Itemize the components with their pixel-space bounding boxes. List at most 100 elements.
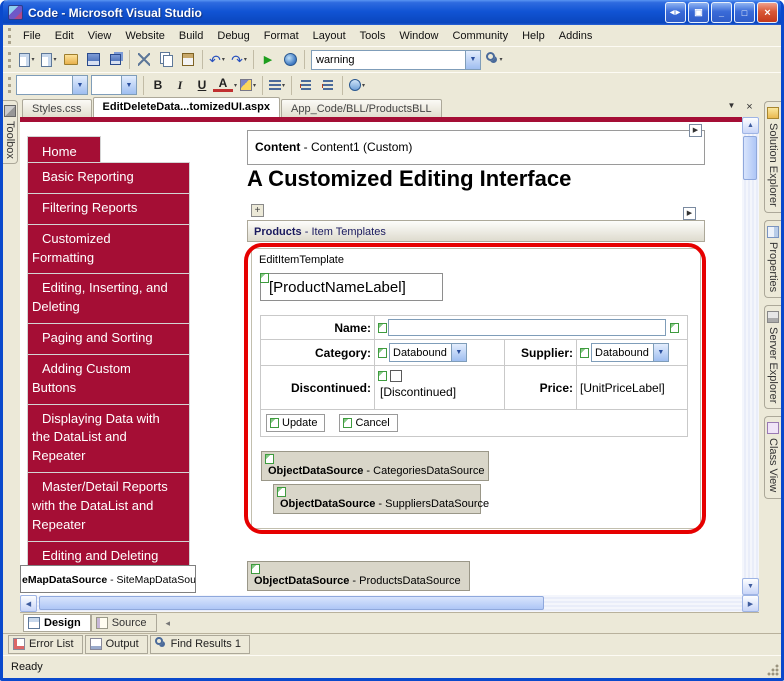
products-formview-header[interactable]: Products - Item Templates: [247, 220, 705, 242]
nav-item-filtering-reports[interactable]: Filtering Reports: [27, 193, 190, 225]
window-position-button[interactable]: ▣: [688, 2, 709, 23]
menu-debug[interactable]: Debug: [210, 27, 256, 45]
nav-item-adding-custom-buttons[interactable]: Adding Custom Buttons: [27, 354, 190, 405]
open-file-button[interactable]: [60, 49, 82, 71]
close-button[interactable]: ×: [757, 2, 778, 23]
new-project-button[interactable]: ▾: [16, 49, 38, 71]
menu-grip[interactable]: [8, 28, 11, 44]
style-combo-arrow[interactable]: ▼: [72, 76, 87, 94]
doc-tab-editdeletedata-aspx[interactable]: EditDeleteData...tomizedUI.aspx: [93, 97, 281, 117]
paste-button[interactable]: [177, 49, 199, 71]
redo-button[interactable]: ↷▾: [228, 49, 250, 71]
class-view-tab[interactable]: Class View: [764, 416, 781, 498]
hyperlink-button[interactable]: ▾: [346, 74, 368, 96]
move-handle-icon[interactable]: +: [251, 204, 264, 217]
update-button[interactable]: Update: [266, 414, 325, 432]
toolbar-grip[interactable]: [8, 52, 11, 68]
design-surface[interactable]: Home Basic Reporting Filtering Reports C…: [20, 117, 742, 595]
tab-source[interactable]: Source: [91, 614, 157, 632]
discontinued-checkbox[interactable]: [390, 370, 402, 382]
product-name-label-control[interactable]: [ProductNameLabel]: [260, 273, 443, 301]
menu-tools[interactable]: Tools: [353, 27, 393, 45]
menu-build[interactable]: Build: [172, 27, 210, 45]
menu-community[interactable]: Community: [445, 27, 515, 45]
menu-window[interactable]: Window: [392, 27, 445, 45]
category-dropdown-arrow[interactable]: ▼: [451, 344, 466, 361]
align-button[interactable]: ▾: [266, 74, 288, 96]
supplier-dropdown[interactable]: Databound▼: [591, 343, 669, 362]
maximize-button[interactable]: □: [734, 2, 755, 23]
nav-item-editing-inserting-deleting[interactable]: Editing, Inserting, and Deleting: [27, 273, 190, 324]
font-color-button[interactable]: A▾: [213, 74, 237, 96]
style-combo[interactable]: ▼: [16, 75, 88, 95]
menu-format[interactable]: Format: [257, 27, 306, 45]
underline-button[interactable]: U: [191, 74, 213, 96]
undo-button[interactable]: ↶▾: [206, 49, 228, 71]
edit-item-template-region[interactable]: EditItemTemplate [ProductNameLabel] Name…: [251, 248, 701, 529]
nav-item-basic-reporting[interactable]: Basic Reporting: [27, 162, 190, 194]
menu-edit[interactable]: Edit: [48, 27, 81, 45]
save-button[interactable]: [82, 49, 104, 71]
products-smart-tag-button[interactable]: ▶: [683, 207, 696, 220]
nav-item-customized-formatting[interactable]: Customized Formatting: [27, 224, 190, 275]
tab-output[interactable]: Output: [85, 635, 148, 654]
font-combo-arrow[interactable]: ▼: [121, 76, 136, 94]
scroll-right-button[interactable]: ▶: [742, 595, 759, 612]
font-combo[interactable]: ▼: [91, 75, 137, 95]
server-explorer-tab[interactable]: Server Explorer: [764, 305, 781, 409]
menu-website[interactable]: Website: [118, 27, 172, 45]
supplier-dropdown-arrow[interactable]: ▼: [653, 344, 668, 361]
toolbar-grip[interactable]: [8, 77, 11, 93]
cut-button[interactable]: [133, 49, 155, 71]
search-dropdown-button[interactable]: ▼: [465, 51, 480, 69]
find-button[interactable]: ▾: [484, 49, 506, 71]
title-bar[interactable]: Code - Microsoft Visual Studio ◀▶ ▣ _ □ …: [3, 0, 781, 25]
search-input[interactable]: [312, 51, 465, 69]
vertical-scrollbar[interactable]: ▲ ▼: [742, 117, 759, 595]
close-document-button[interactable]: ×: [743, 101, 756, 113]
menu-view[interactable]: View: [81, 27, 119, 45]
properties-tab[interactable]: Properties: [764, 220, 781, 298]
solution-explorer-tab[interactable]: Solution Explorer: [764, 101, 781, 213]
vertical-scroll-track[interactable]: [742, 134, 759, 578]
start-debug-button[interactable]: ▶: [257, 49, 279, 71]
highlight-button[interactable]: ▾: [237, 74, 259, 96]
menu-addins[interactable]: Addins: [552, 27, 600, 45]
tab-design[interactable]: Design: [23, 614, 91, 632]
tab-find-results[interactable]: Find Results 1: [150, 635, 250, 654]
menu-layout[interactable]: Layout: [306, 27, 353, 45]
view-in-browser-button[interactable]: [279, 49, 301, 71]
product-name-textbox[interactable]: [388, 319, 666, 336]
nav-item-master-detail[interactable]: Master/Detail Reports with the DataList …: [27, 472, 190, 542]
content-placeholder-header[interactable]: Content - Content1 (Custom): [247, 130, 705, 165]
view-tab-scroll-button[interactable]: ◂: [166, 614, 171, 629]
toolbox-tab[interactable]: Toolbox: [3, 100, 18, 164]
scroll-left-button[interactable]: ◀: [20, 595, 37, 612]
nav-item-paging-sorting[interactable]: Paging and Sorting: [27, 323, 190, 355]
copy-button[interactable]: [155, 49, 177, 71]
doc-tab-styles-css[interactable]: Styles.css: [22, 99, 92, 117]
bold-button[interactable]: B: [147, 74, 169, 96]
scroll-down-button[interactable]: ▼: [742, 578, 759, 595]
horizontal-scroll-thumb[interactable]: [39, 596, 544, 610]
menu-file[interactable]: File: [16, 27, 48, 45]
add-item-button[interactable]: ▾: [38, 49, 60, 71]
save-all-button[interactable]: [104, 49, 126, 71]
tab-error-list[interactable]: Error List: [8, 635, 83, 654]
category-dropdown[interactable]: Databound▼: [389, 343, 467, 362]
nav-item-home[interactable]: Home: [27, 136, 101, 163]
scroll-up-button[interactable]: ▲: [742, 117, 759, 134]
products-datasource-control[interactable]: ObjectDataSource - ProductsDataSource: [247, 561, 470, 591]
suppliers-datasource-control[interactable]: ObjectDataSource - SuppliersDataSource: [273, 484, 481, 514]
italic-button[interactable]: I: [169, 74, 191, 96]
content-smart-tag-button[interactable]: ▶: [689, 124, 702, 137]
menu-help[interactable]: Help: [515, 27, 552, 45]
resize-grip[interactable]: [767, 664, 780, 677]
doc-list-dropdown-button[interactable]: ▼: [725, 101, 738, 113]
monitor-switch-button[interactable]: ◀▶: [665, 2, 686, 23]
doc-tab-productsbll[interactable]: App_Code/BLL/ProductsBLL: [281, 99, 442, 117]
numbered-list-button[interactable]: [295, 74, 317, 96]
nav-item-displaying-data[interactable]: Displaying Data with the DataList and Re…: [27, 404, 190, 474]
horizontal-scrollbar[interactable]: ◀ ▶: [20, 595, 759, 612]
cancel-button[interactable]: Cancel: [339, 414, 397, 432]
